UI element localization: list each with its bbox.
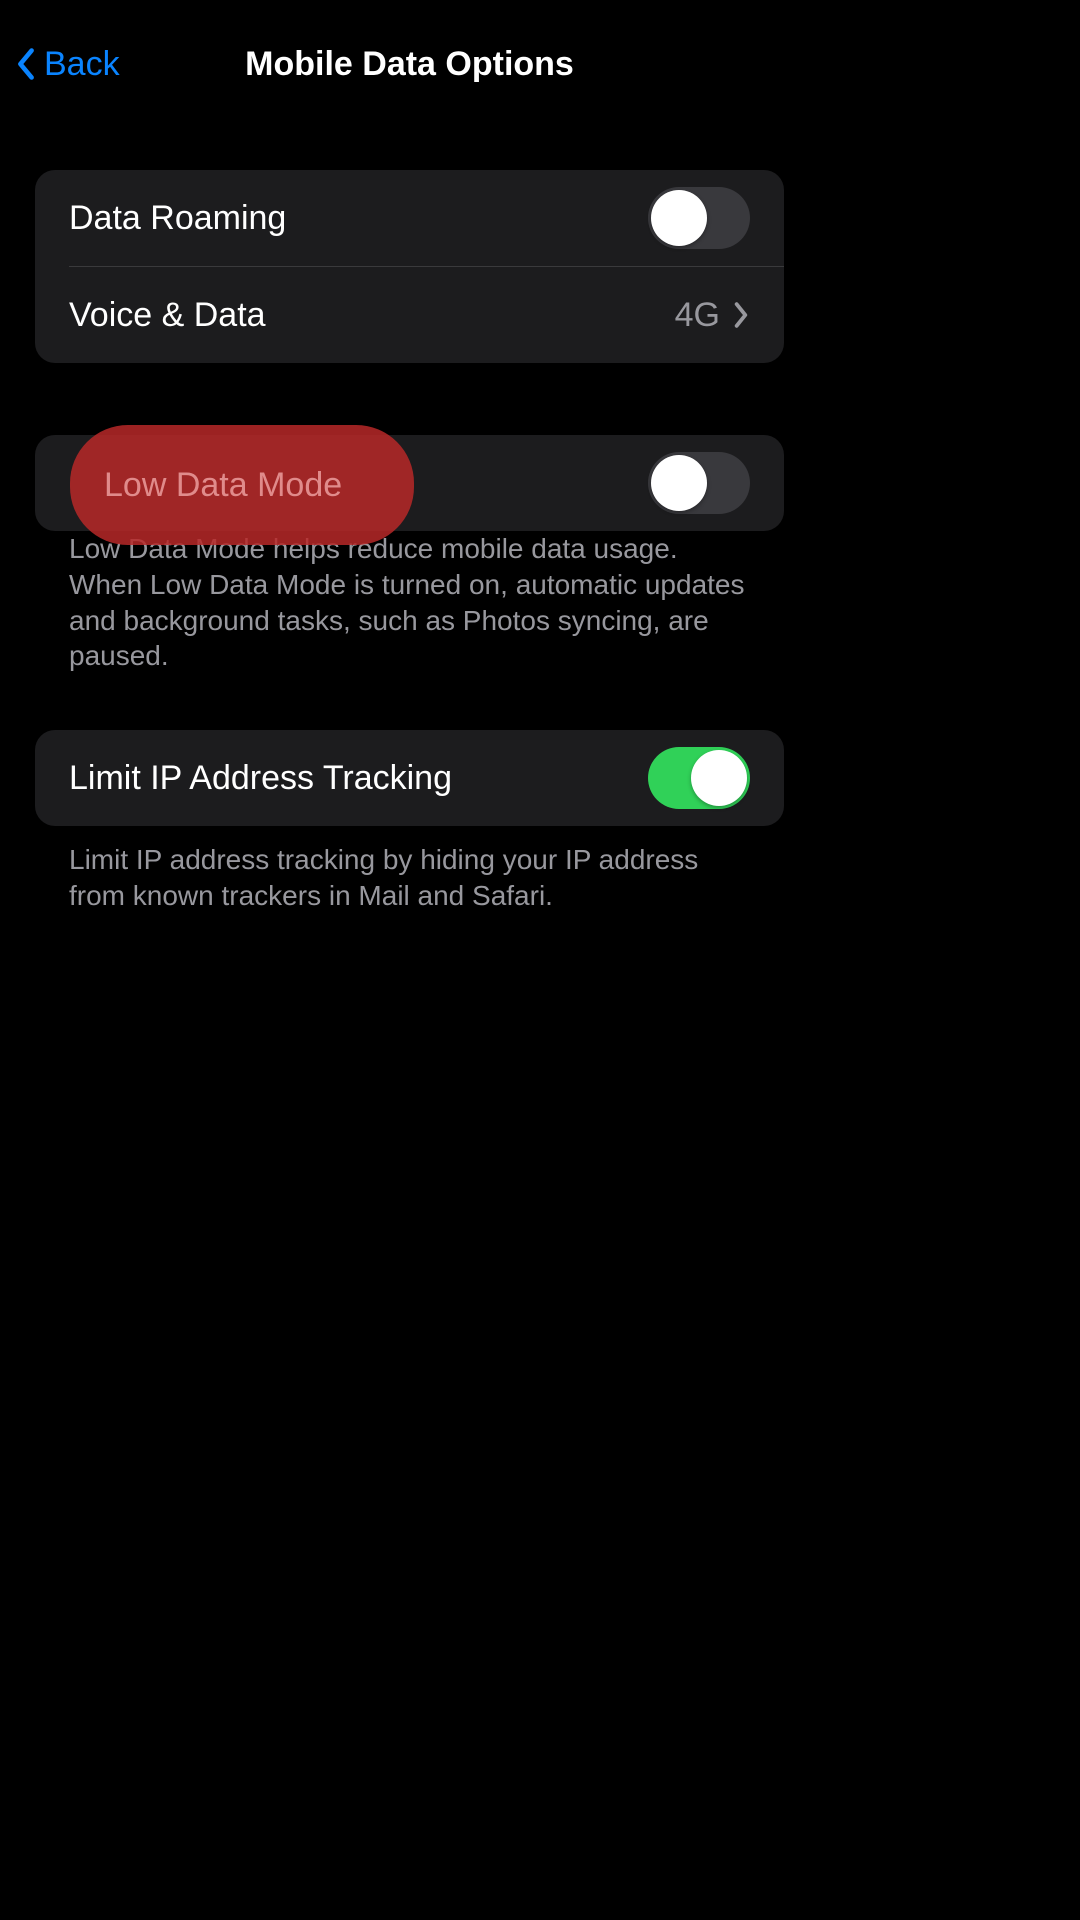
limit-ip-toggle[interactable] [648,747,750,809]
limit-ip-footer: Limit IP address tracking by hiding your… [35,842,784,914]
voice-data-row[interactable]: Voice & Data 4G [35,267,784,363]
row-right: 4G [675,296,750,335]
highlight-label: Low Data Mode [104,466,342,505]
chevron-right-icon [732,301,750,329]
voice-data-label: Voice & Data [69,296,266,335]
limit-ip-label: Limit IP Address Tracking [69,759,452,798]
navigation-bar: Back Mobile Data Options [0,20,819,108]
back-label: Back [44,45,120,84]
toggle-knob [651,455,707,511]
toggle-knob [691,750,747,806]
settings-group-1: Data Roaming Voice & Data 4G [35,170,784,363]
low-data-mode-toggle[interactable] [648,452,750,514]
low-data-mode-footer: Low Data Mode helps reduce mobile data u… [35,531,784,674]
data-roaming-toggle[interactable] [648,187,750,249]
back-button[interactable]: Back [14,45,120,84]
highlight-overlay: Low Data Mode [70,425,414,545]
data-roaming-label: Data Roaming [69,199,286,238]
page-title: Mobile Data Options [0,45,819,84]
chevron-left-icon [14,45,38,83]
limit-ip-row: Limit IP Address Tracking [35,730,784,826]
data-roaming-row: Data Roaming [35,170,784,266]
toggle-knob [651,190,707,246]
voice-data-value: 4G [675,296,720,335]
settings-group-3: Limit IP Address Tracking [35,730,784,826]
